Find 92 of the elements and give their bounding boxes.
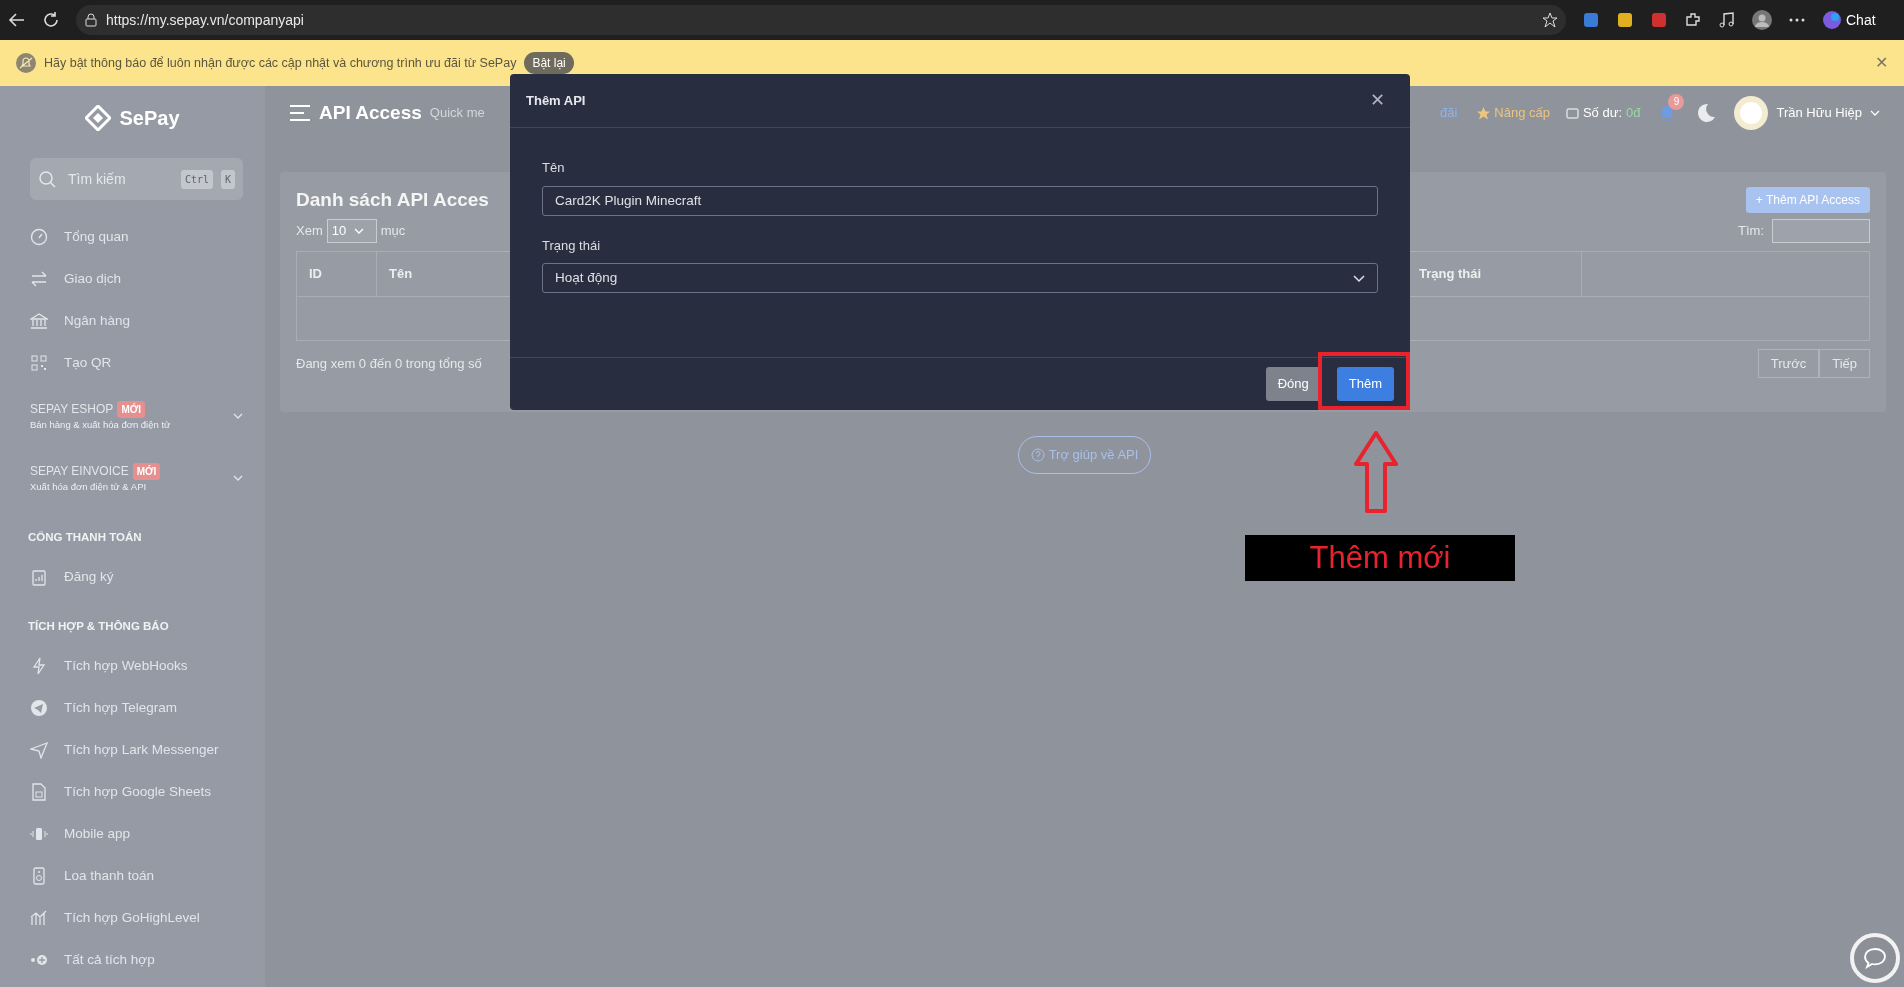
close-button[interactable]: ✕ [1875, 51, 1888, 75]
card-title: Danh sách API Acces [296, 188, 489, 212]
logo-icon [85, 105, 112, 131]
sidebar-link[interactable]: Tích hợp Lark Messenger [0, 729, 265, 771]
bank-icon [30, 312, 48, 330]
paper-plane-circle-icon [30, 699, 48, 717]
balance-label: Số dư: [1582, 104, 1622, 123]
group-subtitle: Xuất hóa đơn điện tử & API [30, 480, 148, 495]
group-subtitle: Bán hàng & xuất hóa đơn điện tử [30, 418, 172, 432]
length-prefix: Xem [296, 221, 323, 240]
notification-count: 9 [1668, 94, 1685, 110]
page-size-select[interactable]: 10 [326, 218, 377, 243]
chat-widget-button[interactable] [1850, 933, 1900, 983]
question-icon [1030, 447, 1045, 462]
page-title: API Access [319, 100, 422, 125]
sidebar-link[interactable]: Mobile app [0, 813, 265, 855]
logo-text: SePay [119, 106, 180, 131]
sidebar-group[interactable]: SEPAY EINVOICE MỚI Xuất hóa đơn điện tử & API [0, 446, 265, 509]
search-icon [38, 170, 56, 188]
search-label: Tìm: [1738, 221, 1764, 240]
modal-title: Thêm API [526, 91, 586, 110]
add-button[interactable]: Thêm [1336, 367, 1394, 401]
menu-icon[interactable] [289, 104, 311, 122]
sidebar-link[interactable]: Loa thanh toán [0, 855, 265, 897]
pager-button[interactable]: Trước [1757, 348, 1820, 378]
table-info: Đang xem 0 đến 0 trong tổng số [296, 354, 482, 373]
name-input-field[interactable]: Card2K Plugin Minecraft [542, 185, 1378, 216]
section-heading: CỔNG THANH TOÁN [27, 529, 143, 545]
table-search-field[interactable] [1772, 218, 1870, 243]
avatar-icon [1734, 96, 1769, 130]
sidebar-link[interactable]: Tích hợp Google Sheets [0, 771, 265, 813]
sidebar-link[interactable]: Ngân hàng [0, 300, 265, 342]
shortcut-key: K [220, 169, 235, 189]
lock-icon [84, 13, 98, 27]
quick-menu-link[interactable]: Quick me [429, 103, 485, 123]
balance-value: 0đ [1626, 104, 1641, 123]
sidebar-link[interactable]: Đăng ký [0, 555, 265, 598]
star-icon [1477, 106, 1491, 120]
back-icon[interactable] [8, 11, 26, 29]
add-api-button[interactable]: + Thêm API Access [1745, 187, 1870, 214]
chat-button[interactable]: Chat [1822, 9, 1876, 31]
reload-icon[interactable] [42, 11, 60, 29]
section-heading: TÍCH HỢP & THÔNG BÁO [27, 618, 170, 635]
arrows-icon [30, 270, 48, 288]
paper-plane-icon [30, 741, 48, 759]
promo-link[interactable]: đãi [1439, 103, 1458, 123]
star-icon[interactable] [1542, 12, 1558, 28]
gauge-icon [30, 228, 48, 246]
sidebar-link[interactable]: Tổng quan [0, 216, 265, 258]
pager-button[interactable]: Tiếp [1819, 348, 1870, 378]
shortcut-key: Ctrl [180, 169, 213, 189]
chevron-icon [1870, 108, 1880, 118]
sidebar-link[interactable]: Tất cả tích hợp [0, 939, 265, 981]
group-title: SEPAY EINVOICE [30, 463, 129, 481]
chevron-icon [1353, 272, 1365, 284]
music-icon[interactable] [1718, 11, 1736, 29]
field-label: Tên [542, 159, 566, 177]
phone-icon [30, 825, 48, 843]
speaker-icon [30, 867, 48, 885]
new-badge: MỚI [117, 400, 145, 418]
sidebar-group[interactable]: SEPAY ESHOP MỚI Bán hàng & xuất hóa đơn điện tử [0, 384, 265, 447]
profile-avatar-icon[interactable] [1752, 10, 1772, 30]
search-field[interactable]: Tìm kiếm Ctrl K [30, 158, 243, 200]
sidebar-link[interactable]: Giao dịch [0, 258, 265, 300]
field-label: Trạng thái [542, 236, 602, 255]
annotation-label: Thêm mới [1245, 535, 1515, 581]
new-badge: MỚI [132, 462, 161, 480]
group-title: SEPAY ESHOP [30, 401, 114, 418]
banner-text: Hãy bật thông báo để luôn nhận được các cập nhật và chương trình ưu đãi từ SePay [44, 54, 517, 72]
address-bar[interactable]: https://my.sepay.vn/companyapi [76, 5, 1566, 35]
clipboard-icon [30, 567, 48, 586]
close-modal-button[interactable]: Đóng [1265, 367, 1321, 401]
sidebar-link[interactable]: Tích hợp Telegram [0, 687, 265, 729]
chart-icon [30, 909, 48, 927]
speech-bubble-icon [1863, 947, 1887, 969]
document-icon [30, 783, 48, 801]
status-select[interactable]: Hoạt động [542, 263, 1378, 293]
sidebar-link[interactable]: Tích hợp GoHighLevel [0, 897, 265, 939]
length-suffix: mục [380, 221, 406, 240]
column-header[interactable]: ID [297, 251, 377, 296]
re-enable-button[interactable]: Bật lại [524, 52, 574, 74]
sidebar-link[interactable]: Tích hợp WebHooks [0, 645, 265, 687]
upgrade-link[interactable]: Nâng cấp [1477, 103, 1550, 123]
lightning-icon [30, 657, 48, 675]
wallet-icon [1565, 107, 1579, 119]
bell-off-icon [16, 53, 36, 73]
qr-icon [30, 354, 48, 372]
puzzle-icon[interactable] [1684, 11, 1702, 29]
user-menu[interactable]: Trần Hữu Hiệp [1734, 96, 1880, 130]
close-button[interactable]: ✕ [1370, 87, 1385, 114]
sidebar-link[interactable]: Tạo QR [0, 342, 265, 384]
up-arrow-icon [1353, 430, 1399, 514]
